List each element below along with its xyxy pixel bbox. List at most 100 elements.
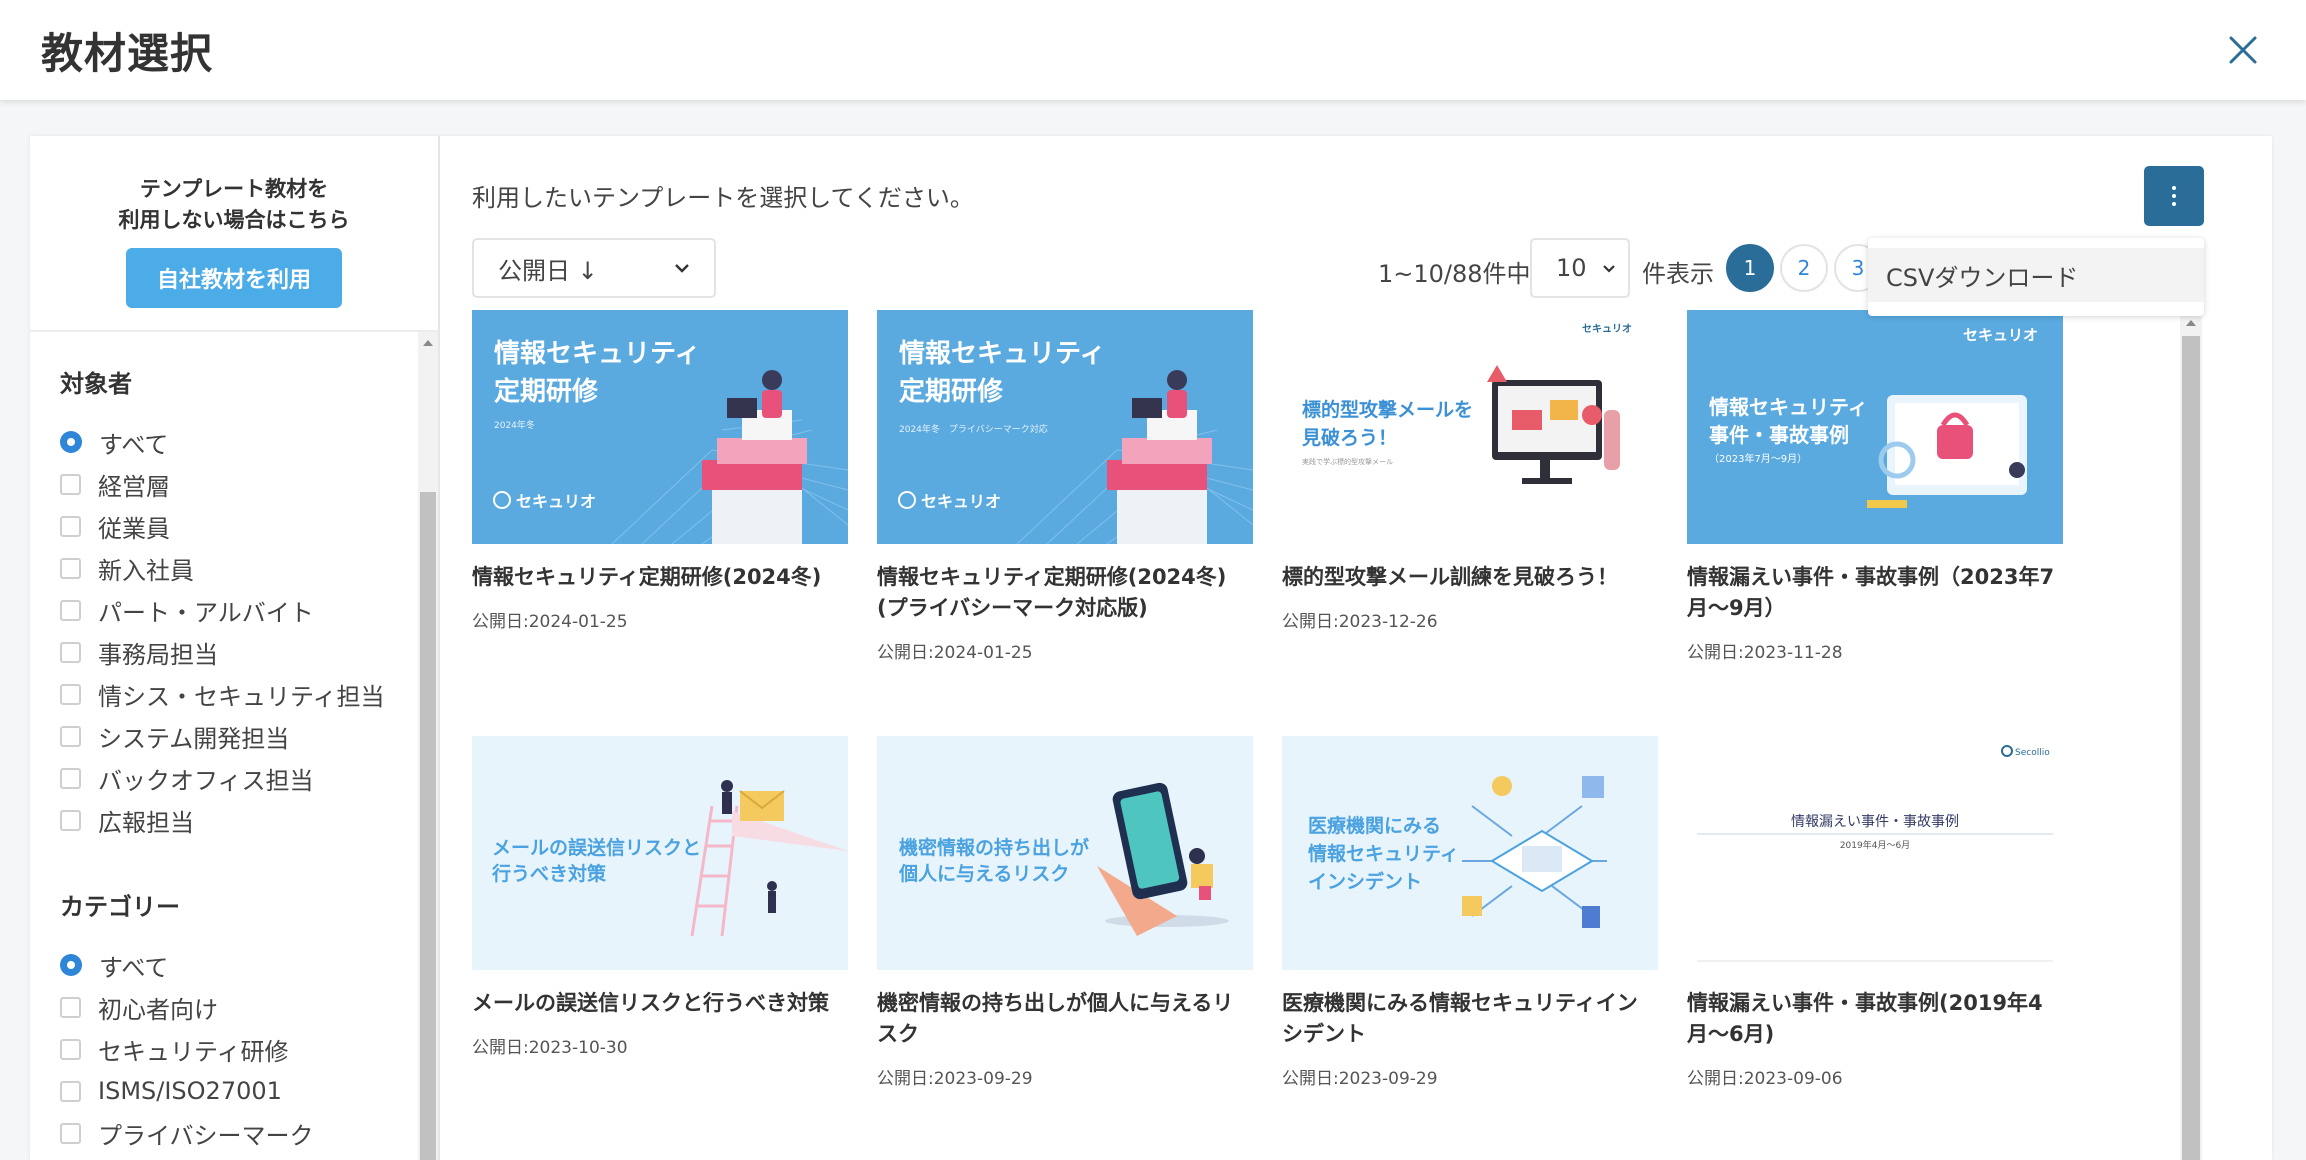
material-card[interactable]: 情報セキュリティ 定期研修 2024年冬 プライバシーマーク対応 セキュリオ 情… (877, 310, 1253, 663)
material-card[interactable]: セキュリオ 情報セキュリティ 事件・事故事例 （2023年7月～9月） 情報漏え… (1687, 310, 2063, 663)
category-option-label: すべて (99, 953, 169, 982)
category-option[interactable]: セキュリティ研修 (60, 1028, 438, 1070)
sort-select-value: 公開日 ↓ (498, 256, 598, 285)
thumb-line1: 機密情報の持ち出しが (899, 836, 1089, 859)
category-option-label: セキュリティ研修 (98, 1037, 289, 1066)
per-page-value: 10 (1556, 254, 1587, 282)
card-thumbnail: 機密情報の持ち出しが 個人に与えるリスク (877, 736, 1253, 970)
main-scrollbar[interactable] (2180, 312, 2202, 1160)
audience-option[interactable]: バックオフィス担当 (60, 757, 438, 799)
material-card[interactable]: 医療機関にみる 情報セキュリティ インシデント 医療機関にみる情報セキュリティイ… (1282, 736, 1658, 1089)
thumb-sub: 2019年4月～6月 (1840, 839, 1910, 851)
checkbox-icon[interactable] (60, 557, 81, 579)
thumb-line1: メールの誤送信リスクと (492, 836, 701, 859)
filter-list: 対象者 すべて 経営層 従業員 新入社員 パート・アルバイト 事務局担当 情シス・セキュリテ… (30, 332, 438, 1160)
thumb-line1: 情報セキュリティ (899, 339, 1105, 369)
audience-option[interactable]: パート・アルバイト (60, 589, 438, 631)
scroll-up-arrow-icon[interactable] (423, 340, 433, 346)
more-menu-button[interactable] (2144, 166, 2204, 226)
thumb-brand: セキュリオ (516, 492, 596, 511)
filter-sidebar: テンプレート教材を 利用しない場合はこちら 自社教材を利用 対象者 すべて 経営層… (30, 136, 440, 1160)
checkbox-icon[interactable] (60, 599, 81, 621)
audience-option-label: 広報担当 (98, 808, 194, 837)
audience-option[interactable]: 経営層 (60, 463, 438, 505)
sort-select[interactable]: 公開日 ↓ (472, 238, 716, 298)
audience-option-label: パート・アルバイト (98, 598, 314, 627)
checkbox-icon[interactable] (60, 809, 81, 831)
radio-selected-icon[interactable] (60, 431, 82, 453)
per-page-suffix: 件表示 (1642, 260, 1714, 288)
radio-selected-icon[interactable] (60, 954, 82, 976)
category-option[interactable]: ISMS/ISO27001 (60, 1070, 438, 1112)
scroll-up-arrow-icon[interactable] (2186, 320, 2196, 326)
checkbox-icon[interactable] (60, 1122, 81, 1144)
sidebar-scroll-thumb[interactable] (420, 492, 436, 1160)
material-card[interactable]: メールの誤送信リスクと 行うべき対策 メールの誤送信リスクと行うべき対策 公開日… (472, 736, 848, 1058)
main-scroll-thumb[interactable] (2182, 336, 2200, 1160)
audience-option[interactable]: 従業員 (60, 505, 438, 547)
thumb-brand: セキュリオ (921, 492, 1001, 511)
sidebar-scrollbar[interactable] (418, 332, 438, 1160)
audience-option[interactable]: 事務局担当 (60, 631, 438, 673)
card-date: 公開日:2023-09-29 (877, 1069, 1033, 1089)
per-page-select[interactable]: 10 (1530, 238, 1630, 298)
card-date: 公開日:2024-01-25 (472, 612, 628, 632)
checkbox-icon[interactable] (60, 473, 81, 495)
card-title: 医療機関にみる情報セキュリティインシデント (1282, 991, 1638, 1046)
checkbox-icon[interactable] (60, 725, 81, 747)
card-date: 公開日:2023-09-06 (1687, 1069, 1843, 1089)
category-option[interactable]: すべて (60, 944, 438, 986)
material-card[interactable]: セキュリオ 標的型攻撃メールを 見破ろう！ 実践で学ぶ標的型攻撃メール 標的型攻… (1282, 310, 1658, 632)
checkbox-icon[interactable] (60, 767, 81, 789)
use-own-material-button[interactable]: 自社教材を利用 (126, 248, 342, 308)
audience-option-label: すべて (99, 430, 169, 459)
audience-option[interactable]: すべて (60, 421, 438, 463)
checkbox-icon[interactable] (60, 1080, 81, 1102)
checkbox-icon[interactable] (60, 996, 81, 1018)
audience-option-label: 事務局担当 (98, 640, 218, 669)
csv-download-menu-item[interactable]: CSVダウンロード (1868, 248, 2204, 302)
card-date: 公開日:2023-11-28 (1687, 643, 1843, 663)
audience-option-label: 新入社員 (98, 556, 194, 585)
checkbox-icon[interactable] (60, 641, 81, 663)
checkbox-icon[interactable] (60, 683, 81, 705)
card-title: 情報セキュリティ定期研修(2024冬)(プライバシーマーク対応版) (877, 565, 1227, 620)
audience-heading: 対象者 (60, 370, 132, 398)
page-title: 教材選択 (41, 28, 214, 78)
checkbox-icon[interactable] (60, 1038, 81, 1060)
category-filter-list: すべて初心者向けセキュリティ研修 ISMS/ISO27001 プライバシーマーク (60, 944, 438, 1154)
chevron-down-icon (675, 264, 689, 273)
close-button[interactable] (2218, 25, 2268, 75)
own-material-note: テンプレート教材を 利用しない場合はこちら (118, 177, 350, 232)
card-thumbnail: セキュリオ 情報セキュリティ 事件・事故事例 （2023年7月～9月） (1687, 310, 2063, 544)
thumb-line3: インシデント (1308, 870, 1422, 893)
own-material-section: テンプレート教材を 利用しない場合はこちら 自社教材を利用 (30, 136, 438, 332)
audience-option[interactable]: 新入社員 (60, 547, 438, 589)
result-count: 1~10/88件中 (1378, 260, 1531, 288)
category-option-label: 初心者向け (98, 995, 218, 1024)
audience-option[interactable]: 情シス・セキュリティ担当 (60, 673, 438, 715)
thumb-sub: 2024年冬 プライバシーマーク対応 (899, 423, 1048, 435)
card-title: メールの誤送信リスクと行うべき対策 (472, 991, 829, 1015)
audience-option[interactable]: 広報担当 (60, 799, 438, 841)
card-title: 情報漏えい事件・事故事例(2019年4月～6月) (1687, 991, 2043, 1046)
checkbox-icon[interactable] (60, 515, 81, 537)
thumb-brand: セキュリオ (1582, 323, 1632, 335)
material-card[interactable]: 機密情報の持ち出しが 個人に与えるリスク 機密情報の持ち出しが個人に与えるリスク… (877, 736, 1253, 1089)
close-icon (2229, 36, 2257, 64)
material-card[interactable]: Secollio 情報漏えい事件・事故事例 2019年4月～6月 情報漏えい事件… (1687, 736, 2063, 1089)
category-option[interactable]: プライバシーマーク (60, 1112, 438, 1154)
material-card[interactable]: 情報セキュリティ 定期研修 2024年冬 セキュリオ 情報セキュリティ定期研修(… (472, 310, 848, 632)
pagination-page-2[interactable]: 2 (1780, 244, 1828, 292)
audience-option-label: システム開発担当 (98, 724, 290, 753)
category-option[interactable]: 初心者向け (60, 986, 438, 1028)
pagination-page-1[interactable]: 1 (1726, 244, 1774, 292)
thumb-line2: 個人に与えるリスク (898, 863, 1069, 885)
thumb-line2: 事件・事故事例 (1709, 423, 1849, 447)
audience-option[interactable]: システム開発担当 (60, 715, 438, 757)
category-option-label: ISMS/ISO27001 (98, 1077, 282, 1105)
card-title: 標的型攻撃メール訓練を見破ろう！ (1282, 565, 1618, 589)
more-vertical-icon (2172, 186, 2176, 206)
thumb-line2: 行うべき対策 (491, 862, 607, 885)
category-option-label: プライバシーマーク (98, 1121, 314, 1150)
